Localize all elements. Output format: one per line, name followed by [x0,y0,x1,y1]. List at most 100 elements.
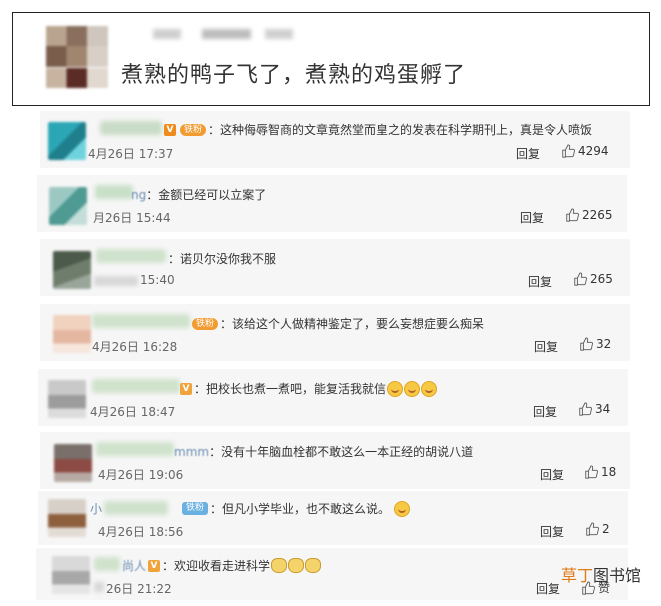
comment-line: V 铁粉 ：这种侮辱智商的文章竟然堂而皇之的发表在科学期刊上，真是令人喷饭 [164,121,592,138]
reply-button[interactable]: 回复 [534,338,558,355]
like-button[interactable]: 4294 [561,144,609,158]
thumbs-up-icon [566,208,579,222]
member-icon: V [180,382,192,395]
reply-button[interactable]: 回复 [528,273,552,290]
comment-card: mmm ：没有十年脑血栓都不敢这么一本正经的胡说八道 4月26日 19:06 回… [40,432,630,489]
thumbs-up-icon [586,522,599,536]
comment-line: 小 铁粉 ：但凡小学毕业，也不敢这么说。 [90,500,411,517]
thumbs-up-icon [562,144,575,158]
comment-avatar[interactable] [48,499,86,537]
date-redacted [94,276,138,286]
fan-badge: 铁粉 [180,123,207,136]
comment-avatar[interactable] [48,122,86,160]
commenter-name-redacted [96,442,174,456]
commenter-name-redacted [94,557,120,571]
like-count: 18 [601,465,617,479]
comment-text: ：把校长也煮一煮吧，能复活我就信 [194,382,387,396]
reply-button[interactable]: 回复 [540,466,564,483]
commenter-name-visible[interactable]: 尚人 [122,557,146,574]
iron-fan-badge: 铁粉 [182,502,209,515]
reply-button[interactable]: 回复 [516,145,540,162]
post-card: 煮熟的鸭子飞了，煮熟的鸡蛋孵了 [12,12,650,106]
cat-emoji-icon [288,558,305,573]
comment-line: V ：把校长也煮一煮吧，能复活我就信 [180,380,438,397]
comment-date: 15:40 [140,273,175,287]
comment-avatar[interactable] [53,251,91,289]
like-count: 2 [602,522,610,536]
watermark-part2: 图书馆 [593,566,642,585]
comment-card: 尚人 V ：欢迎收看走进科学 26日 21:22 回复 赞 [36,548,628,600]
reply-button[interactable]: 回复 [520,209,544,226]
like-count: 32 [596,337,612,351]
comment-date: 4月26日 19:06 [98,468,184,482]
commenter-name-redacted [92,314,190,328]
reply-button[interactable]: 回复 [533,403,557,420]
laugh-emoji-icon [404,380,421,397]
cat-emoji-icon [305,558,322,573]
like-count: 2265 [582,208,613,222]
cat-emoji-icon [271,558,288,573]
like-button[interactable]: 34 [578,402,610,416]
watermark: 草丁图书馆 [561,562,641,586]
comment-avatar[interactable] [48,380,86,418]
like-button[interactable]: 2265 [565,208,613,222]
comment-date: 26日 21:22 [106,582,172,596]
comment-line: 尚人 V ：欢迎收看走进科学 [122,557,322,574]
commenter-name-redacted [95,185,133,199]
watermark-part1: 草丁 [561,566,594,585]
comment-line: mmm ：没有十年脑血栓都不敢这么一本正经的胡说八道 [174,443,473,460]
comment-avatar[interactable] [54,444,92,482]
commenter-name-visible[interactable]: mmm [174,445,209,459]
like-count: 34 [595,402,611,416]
comment-card: 铁粉 ：该给这个人做精神鉴定了，要么妄想症要么痴呆 4月26日 16:28 回复… [40,304,630,361]
reply-button[interactable]: 回复 [540,523,564,540]
reply-button[interactable]: 回复 [536,580,560,597]
thumbs-up-icon [580,337,593,351]
laugh-emoji-icon [421,380,438,397]
comment-line: 铁粉 ：该给这个人做精神鉴定了，要么妄想症要么痴呆 [190,315,484,332]
member-icon: V [148,559,161,572]
comment-text: ：欢迎收看走进科学 [162,559,271,573]
thumbs-up-icon [579,402,592,416]
commenter-name-redacted [100,121,162,135]
comment-text: ：这种侮辱智商的文章竟然堂而皇之的发表在科学期刊上，真是令人喷饭 [208,123,593,137]
comment-text: ：但凡小学毕业，也不敢这么说。 [210,502,391,516]
laugh-emoji-icon [387,380,404,397]
post-author-name-redacted [153,29,293,39]
comment-avatar[interactable] [53,315,91,353]
comment-text: ：没有十年脑血栓都不敢这么一本正经的胡说八道 [209,445,474,459]
comment-text: ：该给这个人做精神鉴定了，要么妄想症要么痴呆 [220,317,485,331]
comment-date: 月26日 15:44 [93,211,171,225]
comment-card: 小 铁粉 ：但凡小学毕业，也不敢这么说。 4月26日 18:56 回复 2 [38,491,628,545]
comment-text: ：诺贝尔没你我不服 [168,252,277,266]
commenter-name-visible[interactable]: 小 [90,500,102,517]
thumbs-up-icon [585,465,598,479]
commenter-name-redacted [92,379,180,393]
smile-emoji-icon [394,500,411,517]
post-author-avatar[interactable] [46,26,108,88]
like-button[interactable]: 2 [585,522,610,536]
like-button[interactable]: 32 [579,337,611,351]
comment-card: V 铁粉 ：这种侮辱智商的文章竟然堂而皇之的发表在科学期刊上，真是令人喷饭 4月… [40,111,630,168]
comment-avatar[interactable] [49,187,87,225]
comment-avatar[interactable] [52,556,90,594]
comment-text: ：金额已经可以立案了 [146,188,267,202]
comment-date: 4月26日 18:47 [90,405,176,419]
comment-card: V ：把校长也煮一煮吧，能复活我就信 4月26日 18:47 回复 34 [38,369,628,426]
comment-card: ng ：金额已经可以立案了 月26日 15:44 回复 2265 [37,175,627,232]
commenter-name-redacted [96,249,166,263]
like-count: 4294 [578,144,609,158]
like-button[interactable]: 18 [584,465,616,479]
comment-line: ：诺贝尔没你我不服 [168,250,276,267]
comment-line: ng ：金额已经可以立案了 [131,186,266,203]
fan-badge: 铁粉 [192,317,219,330]
comment-date: 4月26日 17:37 [88,147,174,161]
like-count: 265 [590,272,613,286]
like-button[interactable]: 265 [573,272,613,286]
verified-v-icon: V [164,123,176,136]
commenter-name-visible[interactable]: ng [131,188,146,202]
post-text: 煮熟的鸭子飞了，煮熟的鸡蛋孵了 [121,63,467,88]
date-redacted [94,582,104,592]
comment-date: 4月26日 18:56 [98,525,184,539]
comment-card: ：诺贝尔没你我不服 15:40 回复 265 [40,239,630,296]
